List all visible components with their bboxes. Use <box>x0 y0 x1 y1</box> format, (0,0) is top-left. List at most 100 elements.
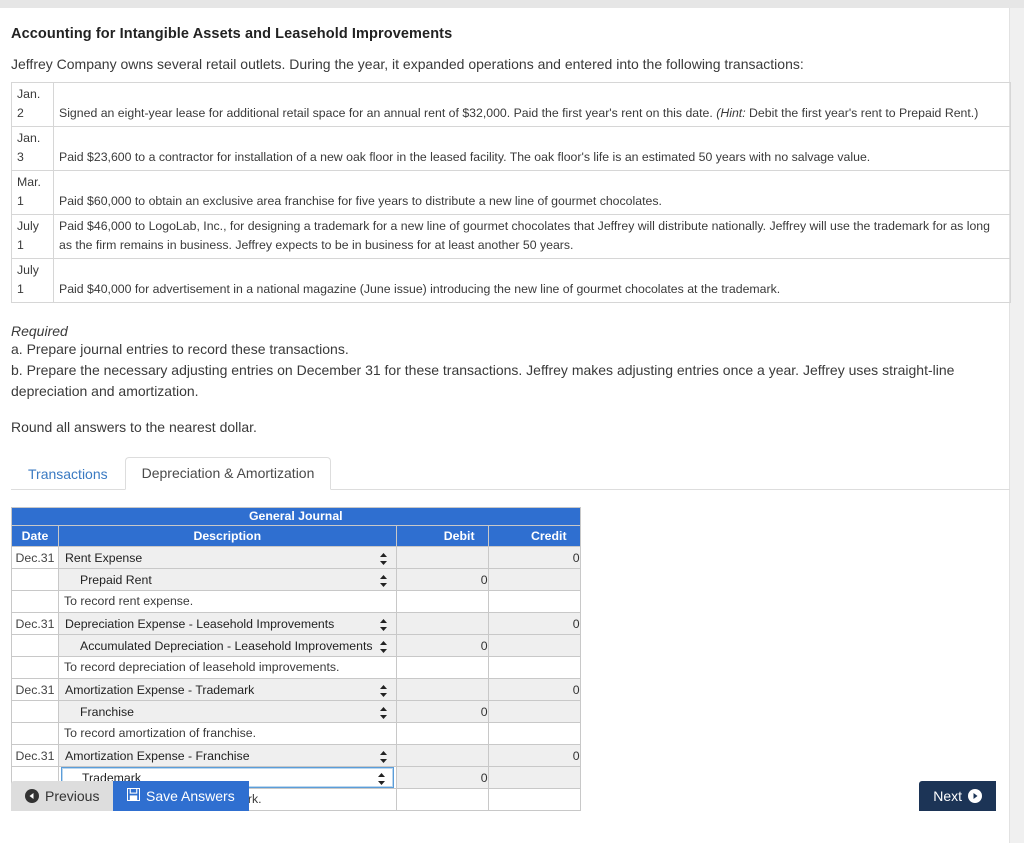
journal-date-cell: Dec.31 <box>11 744 59 767</box>
required-item-a: a. Prepare journal entries to record the… <box>11 341 349 357</box>
select-updown-arrows-icon <box>379 683 388 697</box>
page-title: Accounting for Intangible Assets and Lea… <box>11 26 453 42</box>
journal-entry-row: Dec.31 Depreciation Expense - Leasehold I… <box>11 612 581 635</box>
journal-entry-row: Franchise 0 <box>11 700 581 723</box>
journal-description-cell: Accumulated Depreciation - Leasehold Imp… <box>58 634 397 657</box>
transaction-date: July 1 <box>11 258 54 303</box>
journal-memo-text[interactable]: To record rent expense. <box>59 591 396 612</box>
journal-debit-cell[interactable] <box>395 744 489 767</box>
transaction-month: Jan. <box>17 87 41 101</box>
journal-description-cell: Amortization Expense - Franchise <box>58 744 397 767</box>
journal-debit-cell[interactable] <box>395 722 489 745</box>
journal-entry-row: Prepaid Rent 0 <box>11 568 581 591</box>
journal-memo-text[interactable]: To record depreciation of leasehold impr… <box>59 657 396 678</box>
transaction-description: Paid $23,600 to a contractor for install… <box>53 126 1011 171</box>
account-select-value: Amortization Expense - Franchise <box>65 749 250 763</box>
column-header-credit: Credit <box>487 525 581 547</box>
transaction-row: Jan. 2 Signed an eight-year lease for addi… <box>11 82 1011 127</box>
account-select[interactable]: Accumulated Depreciation - Leasehold Imp… <box>59 635 396 656</box>
tab-transactions[interactable]: Transactions <box>11 458 125 490</box>
journal-entry-row: Dec.31 Rent Expense 0 <box>11 546 581 569</box>
journal-description-cell: To record depreciation of leasehold impr… <box>58 656 397 679</box>
transaction-day: 1 <box>17 282 24 296</box>
journal-debit-cell[interactable] <box>395 612 489 635</box>
previous-button[interactable]: Previous <box>11 781 114 811</box>
journal-debit-cell[interactable]: 0 <box>395 568 489 591</box>
transaction-description: Paid $40,000 for advertisement in a nati… <box>53 258 1011 303</box>
account-select[interactable]: Rent Expense <box>59 547 396 568</box>
select-updown-arrows-icon <box>379 551 388 565</box>
journal-credit-cell[interactable] <box>487 722 581 745</box>
top-chrome-strip <box>0 0 1024 8</box>
journal-credit-cell[interactable]: 0 <box>487 744 581 767</box>
journal-entry-row: Dec.31 Amortization Expense - Trademark 0 <box>11 678 581 701</box>
general-journal-title-row: General Journal <box>11 507 581 526</box>
journal-description-cell: Rent Expense <box>58 546 397 569</box>
account-select-value: Franchise <box>80 705 134 719</box>
journal-credit-cell[interactable] <box>487 590 581 613</box>
rounding-note: Round all answers to the nearest dollar. <box>11 419 257 435</box>
journal-credit-cell[interactable] <box>487 568 581 591</box>
select-updown-arrows-icon <box>379 705 388 719</box>
transaction-description: Paid $46,000 to LogoLab, Inc., for desig… <box>53 214 1011 259</box>
transaction-row: Mar. 1 Paid $60,000 to obtain an exclusive… <box>11 170 1011 215</box>
account-select-value: Depreciation Expense - Leasehold Improve… <box>65 617 335 631</box>
account-select-value: Amortization Expense - Trademark <box>65 683 255 697</box>
transaction-month: Mar. <box>17 175 41 189</box>
journal-date-cell: Dec.31 <box>11 612 59 635</box>
footer-bar: Previous Save Answers Next <box>0 781 1010 811</box>
next-button[interactable]: Next <box>919 781 996 811</box>
journal-date-cell <box>11 722 59 745</box>
transactions-table: Jan. 2 Signed an eight-year lease for addi… <box>11 82 1011 303</box>
journal-credit-cell[interactable]: 0 <box>487 546 581 569</box>
journal-debit-cell[interactable]: 0 <box>395 634 489 657</box>
journal-memo-row: To record rent expense. <box>11 590 581 613</box>
column-header-description: Description <box>58 525 397 547</box>
journal-credit-cell[interactable]: 0 <box>487 678 581 701</box>
required-label: Required <box>11 323 68 339</box>
journal-description-cell: Depreciation Expense - Leasehold Improve… <box>58 612 397 635</box>
transaction-month: Jan. <box>17 131 41 145</box>
account-select[interactable]: Franchise <box>59 701 396 722</box>
general-journal-column-row: Date Description Debit Credit <box>11 525 581 547</box>
general-journal-title: General Journal <box>11 507 581 526</box>
transaction-row: July 1 Paid $40,000 for advertisement in a… <box>11 258 1011 303</box>
account-select-value: Rent Expense <box>65 551 143 565</box>
transaction-day: 1 <box>17 238 24 252</box>
account-select[interactable]: Prepaid Rent <box>59 569 396 590</box>
select-updown-arrows-icon <box>379 639 388 653</box>
journal-credit-cell[interactable] <box>487 656 581 679</box>
transaction-date: July 1 <box>11 214 54 259</box>
journal-description-cell: To record rent expense. <box>58 590 397 613</box>
journal-description-cell: Franchise <box>58 700 397 723</box>
select-updown-arrows-icon <box>379 617 388 631</box>
select-updown-arrows-icon <box>379 749 388 763</box>
arrow-right-circle-icon <box>968 789 982 803</box>
journal-debit-cell[interactable] <box>395 656 489 679</box>
journal-debit-cell[interactable] <box>395 678 489 701</box>
journal-credit-cell[interactable]: 0 <box>487 612 581 635</box>
general-journal-table: General Journal Date Description Debit C… <box>11 507 581 811</box>
save-answers-button-label: Save Answers <box>146 788 235 804</box>
transaction-day: 2 <box>17 106 24 120</box>
journal-date-cell <box>11 700 59 723</box>
journal-description-cell: To record amortization of franchise. <box>58 722 397 745</box>
journal-date-cell <box>11 656 59 679</box>
tab-bar: Transactions Depreciation & Amortization <box>11 457 1010 490</box>
journal-date-cell <box>11 568 59 591</box>
account-select[interactable]: Amortization Expense - Trademark <box>59 679 396 700</box>
journal-credit-cell[interactable] <box>487 700 581 723</box>
journal-memo-text[interactable]: To record amortization of franchise. <box>59 723 396 744</box>
journal-debit-cell[interactable] <box>395 590 489 613</box>
exercise-page: Accounting for Intangible Assets and Lea… <box>0 26 1011 811</box>
tab-depreciation-amortization[interactable]: Depreciation & Amortization <box>124 457 332 490</box>
account-select-value: Prepaid Rent <box>80 573 152 587</box>
account-select[interactable]: Amortization Expense - Franchise <box>59 745 396 766</box>
journal-date-cell <box>11 634 59 657</box>
column-header-debit: Debit <box>395 525 489 547</box>
journal-credit-cell[interactable] <box>487 634 581 657</box>
save-answers-button[interactable]: Save Answers <box>113 781 249 811</box>
journal-debit-cell[interactable] <box>395 546 489 569</box>
journal-debit-cell[interactable]: 0 <box>395 700 489 723</box>
account-select[interactable]: Depreciation Expense - Leasehold Improve… <box>59 613 396 634</box>
